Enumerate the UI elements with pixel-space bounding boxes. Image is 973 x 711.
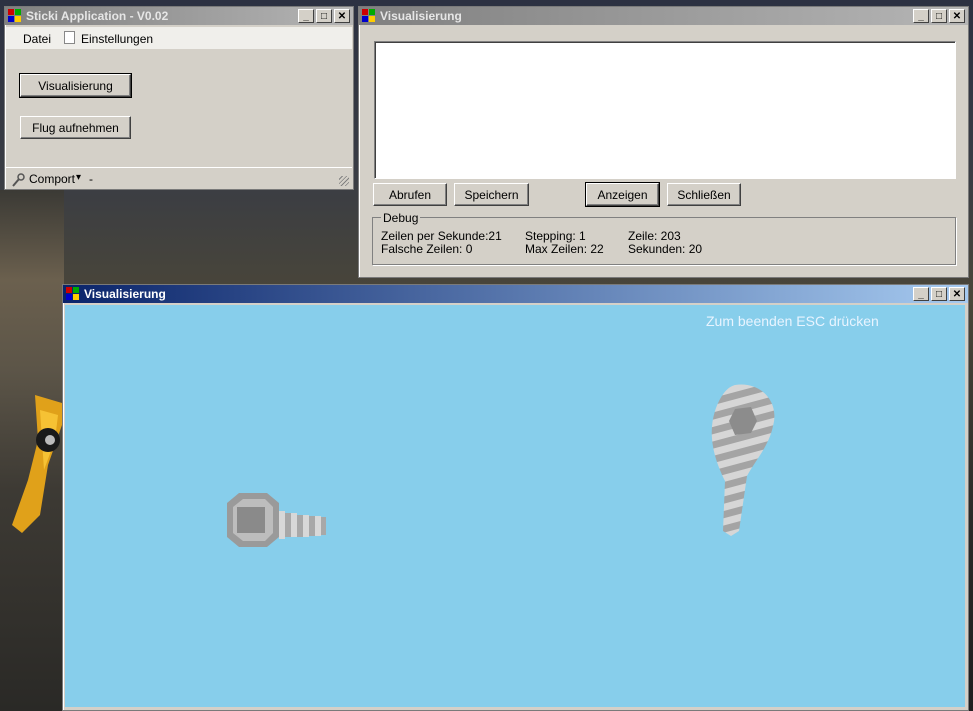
menu-bar: Datei Einstellungen	[6, 27, 352, 49]
menu-datei[interactable]: Datei	[23, 32, 51, 46]
close-button[interactable]: ✕	[949, 287, 965, 301]
menu-einstellungen[interactable]: Einstellungen	[81, 32, 153, 46]
speichern-button[interactable]: Speichern	[454, 183, 529, 206]
status-bar: Comport ▾ -	[6, 167, 352, 189]
app-icon	[362, 9, 376, 23]
render-canvas[interactable]: Zum beenden ESC drücken	[65, 305, 965, 707]
main-title-bar[interactable]: Sticki Application - V0.02 _ □ ✕	[5, 7, 353, 25]
vis-control-window: Visualisierung _ □ ✕ Abrufen Speichern A…	[358, 6, 969, 278]
zeilen-per-sekunde: Zeilen per Sekunde:21	[381, 229, 502, 243]
zeile: Zeile: 203	[628, 229, 681, 243]
max-zeilen: Max Zeilen: 22	[525, 242, 604, 256]
app-icon	[66, 287, 80, 301]
esc-hint: Zum beenden ESC drücken	[706, 313, 879, 329]
sekunden: Sekunden: 20	[628, 242, 703, 256]
anzeigen-button[interactable]: Anzeigen	[585, 182, 660, 207]
data-text-area[interactable]	[374, 41, 956, 179]
maximize-button[interactable]: □	[931, 9, 947, 23]
vis-window-title: Visualisierung	[380, 9, 462, 23]
maximize-button[interactable]: □	[931, 287, 947, 301]
comport-dropdown-arrow[interactable]: ▾	[76, 172, 81, 183]
stick-model-left	[227, 493, 326, 547]
close-button[interactable]: ✕	[949, 9, 965, 23]
comport-icon	[12, 173, 25, 187]
visualisierung-button[interactable]: Visualisierung	[19, 73, 132, 98]
vis-title-bar[interactable]: Visualisierung _ □ ✕	[359, 7, 968, 25]
minimize-button[interactable]: _	[913, 287, 929, 301]
close-button[interactable]: ✕	[334, 9, 350, 23]
debug-groupbox: Debug Zeilen per Sekunde:21 Falsche Zeil…	[372, 211, 956, 265]
main-window-title: Sticki Application - V0.02	[26, 9, 169, 23]
stick-model-right	[711, 384, 775, 536]
minimize-button[interactable]: _	[913, 9, 929, 23]
app-icon	[8, 9, 22, 23]
abrufen-button[interactable]: Abrufen	[373, 183, 447, 206]
render-title-bar[interactable]: Visualisierung _ □ ✕	[63, 285, 968, 303]
comport-value: -	[89, 172, 93, 186]
render-window: Visualisierung _ □ ✕ Zum beenden ESC drü…	[62, 284, 969, 711]
schliessen-button[interactable]: Schließen	[667, 183, 741, 206]
maximize-button[interactable]: □	[316, 9, 332, 23]
falsche-zeilen: Falsche Zeilen: 0	[381, 242, 473, 256]
stepping: Stepping: 1	[525, 229, 586, 243]
comport-label[interactable]: Comport	[29, 172, 75, 186]
main-window: Sticki Application - V0.02 _ □ ✕ Datei E…	[4, 6, 354, 190]
settings-icon	[64, 31, 75, 44]
debug-legend: Debug	[381, 211, 421, 225]
helicopter-graphic	[12, 395, 62, 533]
render-window-title: Visualisierung	[84, 287, 166, 301]
flug-aufnehmen-button[interactable]: Flug aufnehmen	[20, 116, 131, 139]
resize-grip[interactable]	[339, 176, 349, 186]
minimize-button[interactable]: _	[298, 9, 314, 23]
